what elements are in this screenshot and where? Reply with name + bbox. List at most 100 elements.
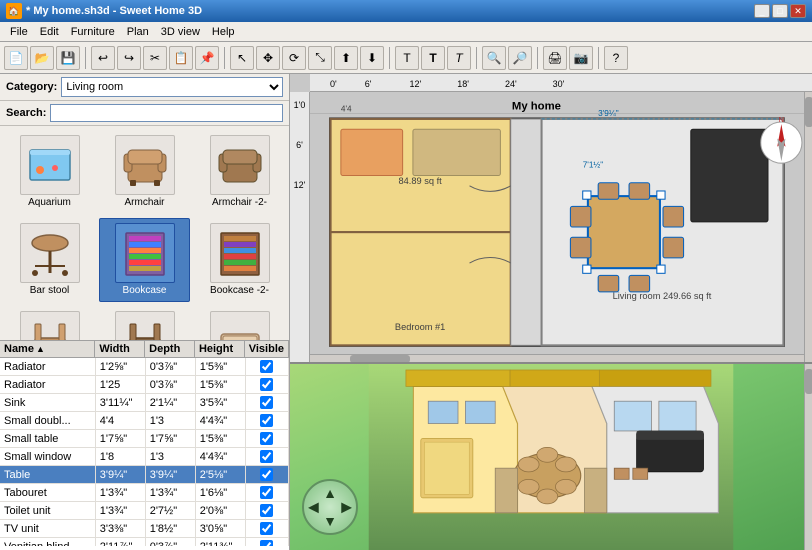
table-row[interactable]: Radiator 1'2⅝" 0'3⅞" 1'5⅜" [0,358,289,376]
text3-button[interactable]: T [447,46,471,70]
scrollbar-thumb-3d[interactable] [805,369,812,394]
cut-button[interactable]: ✂ [143,46,167,70]
view-3d[interactable]: ▲ ▼ ◀ ▶ [290,364,812,550]
td-visible[interactable] [246,448,289,465]
svg-text:84.89 sq ft: 84.89 sq ft [399,176,443,186]
new-button[interactable]: 📄 [4,46,28,70]
text-button[interactable]: T [395,46,419,70]
left-panel: Category: Living room Bedroom Kitchen Ba… [0,74,290,550]
category-label: Category: [6,81,57,93]
help-icon-button[interactable]: ? [604,46,628,70]
text2-button[interactable]: T [421,46,445,70]
table-row[interactable]: Sink 3'11¼" 2'1¼" 3'5¾" [0,394,289,412]
scrollbar-thumb-bottom-2d[interactable] [350,355,410,363]
undo-button[interactable]: ↩ [91,46,115,70]
table-row[interactable]: Small table 1'7⅝" 1'7⅝" 1'5⅜" [0,430,289,448]
td-visible[interactable] [246,484,289,501]
view-2d[interactable]: 0' 6' 12' 18' 24' 30' 1'0 6' 12' My home [290,74,812,364]
copy-button[interactable]: 📋 [169,46,193,70]
nav-right-arrow[interactable]: ▶ [341,499,352,516]
paste-button[interactable]: 📌 [195,46,219,70]
td-width: 2'11⅞" [96,538,146,546]
view-3d-content: ▲ ▼ ◀ ▶ [290,364,812,550]
toolbar: 📄 📂 💾 ↩ ↪ ✂ 📋 📌 ↖ ✥ ⟳ ⤡ ⬆ ⬇ T T T 🔍 🔎 🖨 … [0,42,812,74]
td-visible[interactable] [246,358,289,375]
sep6 [598,47,599,69]
raise-button[interactable]: ⬆ [334,46,358,70]
td-depth: 2'1¼" [146,394,196,411]
nav-up-arrow[interactable]: ▲ [323,485,337,501]
td-visible[interactable] [246,538,289,546]
menu-plan[interactable]: Plan [121,24,155,40]
close-button[interactable]: ✕ [790,4,806,18]
furniture-item-armchair2[interactable]: Armchair -2- [194,130,285,214]
menu-edit[interactable]: Edit [34,24,65,40]
table-row[interactable]: Tabouret 1'3¾" 1'3¾" 1'6⅛" [0,484,289,502]
move-button[interactable]: ✥ [256,46,280,70]
td-visible[interactable] [246,394,289,411]
svg-text:Living room 249.66 sq ft: Living room 249.66 sq ft [613,291,712,301]
th-width[interactable]: Width [95,341,145,357]
rotate-button[interactable]: ⟳ [282,46,306,70]
td-depth: 1'3 [146,448,196,465]
lower-button[interactable]: ⬇ [360,46,384,70]
aquarium-image [20,135,80,195]
furniture-item-armchair[interactable]: Armchair [99,130,190,214]
td-visible[interactable] [246,430,289,447]
table-row-selected[interactable]: Table 3'9¼" 3'9¼" 2'5⅛" [0,466,289,484]
maximize-button[interactable]: □ [772,4,788,18]
furniture-item-coffeetable[interactable]: Coffee table [194,306,285,340]
menu-3dview[interactable]: 3D view [155,24,206,40]
scrollbar-bottom-2d[interactable] [310,354,804,362]
minimize-button[interactable]: _ [754,4,770,18]
th-name[interactable]: Name ▲ [0,341,95,357]
td-name: Small window [0,448,96,465]
save-button[interactable]: 💾 [56,46,80,70]
sep1 [85,47,86,69]
table-row[interactable]: Radiator 1'25 0'3⅞" 1'5⅜" [0,376,289,394]
td-visible[interactable] [246,502,289,519]
resize-button[interactable]: ⤡ [308,46,332,70]
table-row[interactable]: TV unit 3'3⅜" 1'8½" 3'0⅝" [0,520,289,538]
search-input[interactable] [50,104,283,122]
zoom-in-button[interactable]: 🔍 [482,46,506,70]
furniture-item-chair2[interactable]: Chair -2- [99,306,190,340]
furniture-item-chair[interactable]: Chair [4,306,95,340]
th-depth[interactable]: Depth [145,341,195,357]
furniture-item-barstool[interactable]: Bar stool [4,218,95,302]
th-height[interactable]: Height [195,341,245,357]
furniture-item-bookcase[interactable]: Bookcase [99,218,190,302]
furniture-item-bookcase2[interactable]: Bookcase -2- [194,218,285,302]
floor-plan-svg: My home 4'4 84.89 sq ft Bedroom #1 [310,92,804,362]
td-depth: 2'7½" [146,502,196,519]
td-visible[interactable] [246,520,289,537]
table-row[interactable]: Toilet unit 1'3¾" 2'7½" 2'0⅜" [0,502,289,520]
scrollbar-right-3d[interactable] [804,364,812,550]
scrollbar-right-2d[interactable] [804,92,812,362]
zoom-out-button[interactable]: 🔎 [508,46,532,70]
table-row[interactable]: Venitian blind 2'11⅞" 0'3⅞" 2'11⅜" [0,538,289,546]
open-button[interactable]: 📂 [30,46,54,70]
td-visible[interactable] [246,376,289,393]
nav-left-arrow[interactable]: ◀ [308,499,319,516]
print-button[interactable]: 🖨 [543,46,567,70]
table-row[interactable]: Small window 1'8 1'3 4'4¾" [0,448,289,466]
category-row: Category: Living room Bedroom Kitchen Ba… [0,74,289,101]
nav-down-arrow[interactable]: ▼ [323,513,337,529]
th-visible[interactable]: Visible [245,341,289,357]
cursor-button[interactable]: ↖ [230,46,254,70]
redo-button[interactable]: ↪ [117,46,141,70]
table-row[interactable]: Small doubl... 4'4 1'3 4'4¾" [0,412,289,430]
furniture-item-aquarium[interactable]: Aquarium [4,130,95,214]
td-visible[interactable] [246,412,289,429]
td-depth: 3'9¼" [146,466,196,483]
camera-button[interactable]: 📷 [569,46,593,70]
menu-help[interactable]: Help [206,24,241,40]
menu-file[interactable]: File [4,24,34,40]
scrollbar-thumb-2d[interactable] [805,97,812,127]
bookcase2-image [210,223,270,283]
menu-furniture[interactable]: Furniture [65,24,121,40]
td-visible[interactable] [246,466,289,483]
category-select[interactable]: Living room Bedroom Kitchen Bathroom Off… [61,77,283,97]
main-layout: Category: Living room Bedroom Kitchen Ba… [0,74,812,550]
